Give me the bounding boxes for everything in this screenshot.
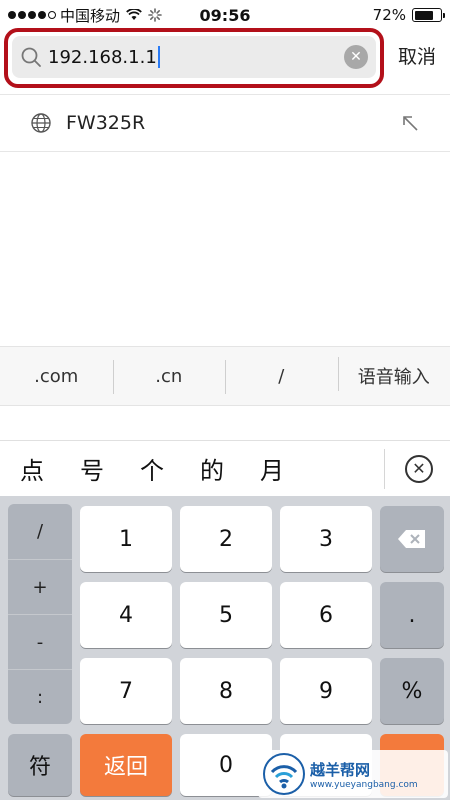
search-icon — [21, 47, 41, 67]
backspace-key[interactable] — [380, 506, 444, 572]
shortcut-bar: .com .cn / 语音输入 — [0, 346, 450, 406]
status-bar: 中国移动 09:56 72% — [0, 0, 450, 30]
text-caret — [157, 46, 160, 68]
arrow-up-left-icon[interactable] — [400, 113, 420, 133]
key-3[interactable]: 3 — [280, 506, 372, 572]
cancel-button[interactable]: 取消 — [398, 42, 436, 69]
key-1[interactable]: 1 — [80, 506, 172, 572]
shortcut-slash[interactable]: / — [225, 359, 338, 394]
suggestion-item[interactable]: FW325R — [0, 94, 450, 152]
signal-strength — [8, 11, 56, 19]
candidate-bar: 点 号 个 的 月 ✕ — [0, 440, 450, 496]
key-6[interactable]: 6 — [280, 582, 372, 648]
search-input[interactable]: 192.168.1.1 — [48, 46, 344, 68]
battery-icon — [412, 8, 445, 22]
back-key[interactable]: 返回 — [80, 734, 172, 796]
key-period[interactable]: . — [380, 582, 444, 648]
candidate-word[interactable]: 点 — [20, 451, 44, 486]
globe-icon — [31, 113, 51, 133]
wifi-logo-icon — [263, 753, 305, 795]
key-plus[interactable]: + — [8, 559, 72, 614]
key-2[interactable]: 2 — [180, 506, 272, 572]
close-candidates-icon[interactable]: ✕ — [405, 454, 433, 483]
shortcut-cn[interactable]: .cn — [112, 359, 226, 394]
battery-area: 72% — [372, 6, 445, 24]
search-box[interactable]: 192.168.1.1 ✕ — [12, 36, 376, 78]
wifi-icon — [126, 9, 142, 20]
key-8[interactable]: 8 — [180, 658, 272, 724]
battery-fill — [414, 10, 433, 20]
carrier-name: 中国移动 — [60, 6, 121, 25]
keyboard-spacer — [0, 406, 450, 440]
key-slash[interactable]: / — [8, 504, 72, 559]
search-bar: 192.168.1.1 ✕ 取消 — [0, 28, 450, 88]
key-minus[interactable]: - — [8, 614, 72, 669]
key-percent[interactable]: % — [380, 658, 444, 724]
backspace-icon — [398, 530, 425, 548]
battery-percent: 72% — [372, 6, 406, 24]
key-4[interactable]: 4 — [80, 582, 172, 648]
watermark-url: www.yueyangbang.com — [310, 779, 418, 790]
search-input-value: 192.168.1.1 — [48, 46, 157, 68]
key-colon[interactable]: : — [8, 669, 72, 724]
activity-spinner-icon — [148, 8, 162, 22]
candidate-word[interactable]: 个 — [140, 451, 164, 486]
candidate-word[interactable]: 月 — [260, 451, 284, 486]
shortcut-voice-input[interactable]: 语音输入 — [337, 357, 450, 391]
key-5[interactable]: 5 — [180, 582, 272, 648]
site-watermark: 越羊帮网 www.yueyangbang.com — [258, 750, 448, 798]
candidate-list: 点 号 个 的 月 — [0, 448, 385, 489]
shortcut-com[interactable]: .com — [0, 366, 113, 387]
symbols-key[interactable]: 符 — [8, 734, 72, 796]
key-9[interactable]: 9 — [280, 658, 372, 724]
candidate-word[interactable]: 的 — [200, 451, 224, 486]
watermark-text: 越羊帮网 www.yueyangbang.com — [310, 759, 418, 790]
clear-icon[interactable]: ✕ — [344, 45, 368, 69]
watermark-title: 越羊帮网 — [310, 760, 371, 779]
suggestion-label: FW325R — [66, 112, 146, 134]
key-7[interactable]: 7 — [80, 658, 172, 724]
candidate-word[interactable]: 号 — [80, 451, 104, 486]
